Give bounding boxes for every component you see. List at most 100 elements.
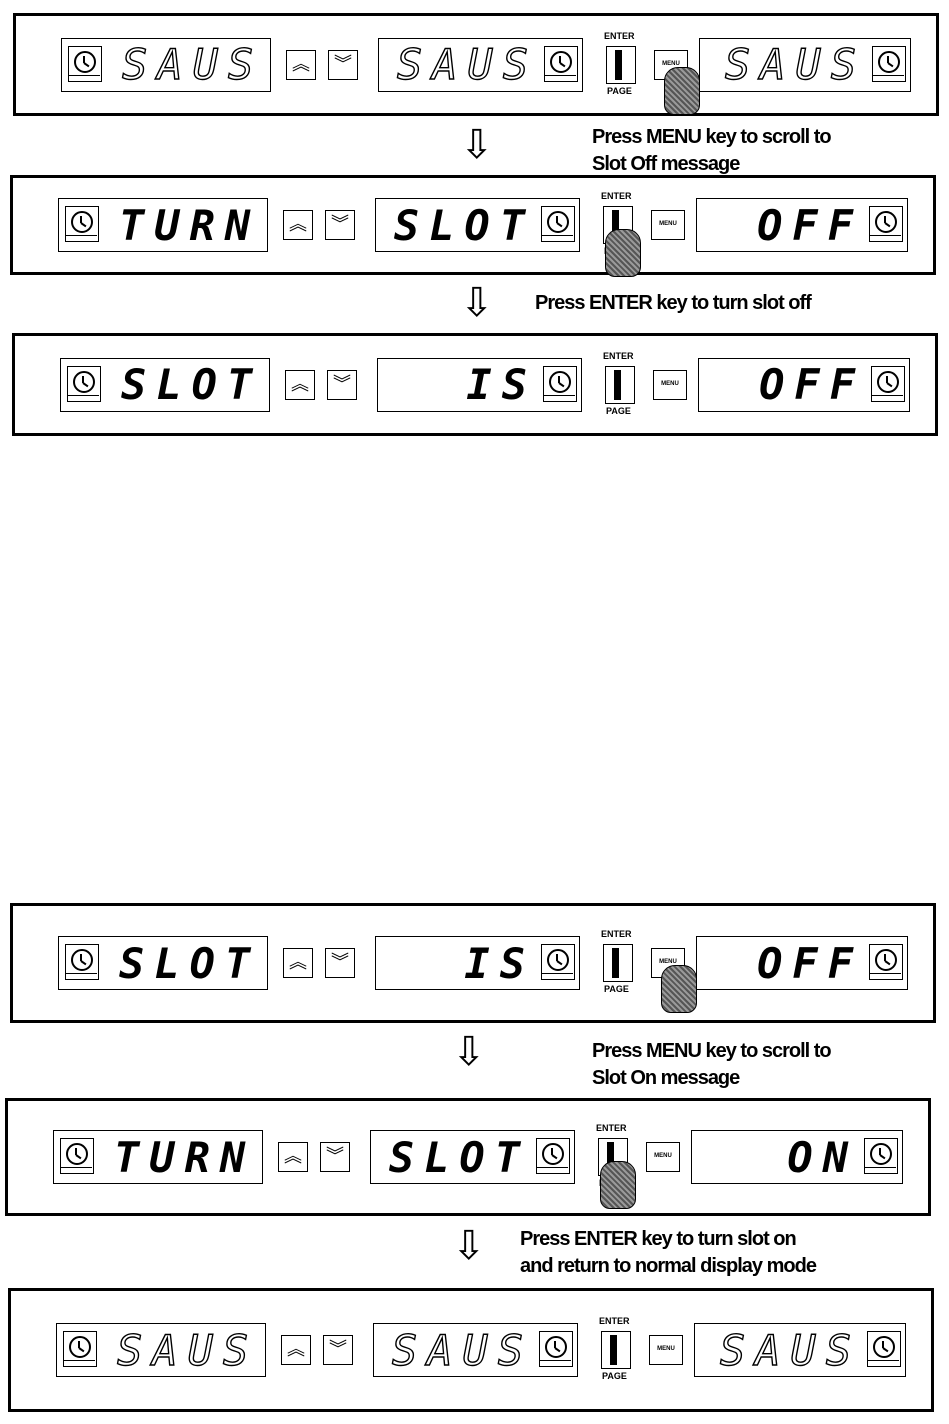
right-display: ON [691, 1130, 903, 1184]
down-arrow-icon: ⇩ [452, 1224, 486, 1268]
control-panel: SLOT ︽ ︾ IS ENTER PAGE MENU OFF [10, 903, 936, 1023]
clock-face [74, 50, 96, 73]
clock-icon [60, 1138, 94, 1174]
clock-face [549, 370, 571, 393]
up-button[interactable]: ︽ [278, 1142, 308, 1172]
left-display: SLOT [60, 357, 270, 412]
clock-icon [541, 944, 575, 980]
enter-page-key[interactable] [601, 1331, 631, 1369]
clock-face [547, 949, 569, 971]
instruction-caption: Press ENTER key to turn slot on and retu… [520, 1228, 817, 1277]
clock-chevron [545, 74, 576, 82]
middle-display: SLOT [375, 198, 580, 252]
middle-display-text: IS [464, 938, 535, 988]
down-button[interactable]: ︾ [328, 49, 358, 80]
enter-label: ENTER [603, 350, 634, 361]
left-display: TURN [58, 198, 268, 252]
down-button[interactable]: ︾ [327, 369, 357, 400]
enter-page-key[interactable] [605, 365, 635, 404]
clock-chevron [870, 235, 901, 242]
clock-face [878, 50, 900, 73]
clock-face [870, 1143, 892, 1165]
middle-display-text: SLOT [388, 1132, 530, 1182]
down-arrow-icon: ⇩ [452, 1030, 486, 1074]
right-display: SAUS [694, 1323, 906, 1377]
clock-face [66, 1143, 88, 1165]
clock-chevron [542, 235, 573, 242]
clock-chevron [872, 394, 903, 402]
left-display: SAUS [61, 37, 271, 92]
clock-face [875, 211, 897, 233]
right-display: SAUS [699, 37, 911, 92]
left-display-text: SLOT [119, 938, 261, 988]
clock-icon [67, 365, 101, 402]
left-display-text: SAUS [121, 39, 264, 89]
clock-face [71, 949, 93, 971]
down-button[interactable]: ︾ [323, 1335, 353, 1365]
clock-chevron [544, 394, 575, 402]
right-display: OFF [696, 936, 908, 990]
menu-key[interactable]: MENU [649, 1335, 683, 1365]
enter-page-key[interactable] [603, 944, 633, 982]
right-display-text: SAUS [719, 1325, 861, 1375]
clock-icon [867, 1331, 901, 1367]
clock-chevron [64, 1360, 95, 1367]
clock-icon [63, 1331, 97, 1367]
instruction-page: SAUS ︽ ︾ SAUS ENTER PAGE MENU SAUS TURN ︽ ︾ SLOT ENT… [0, 0, 949, 1424]
clock-icon [872, 45, 906, 82]
clock-chevron [542, 973, 573, 980]
middle-display: SLOT [370, 1130, 575, 1184]
clock-icon [869, 944, 903, 980]
clock-face [873, 1336, 895, 1358]
clock-face [71, 211, 93, 233]
clock-chevron [66, 235, 97, 242]
clock-icon [65, 206, 99, 242]
menu-key[interactable]: MENU [653, 369, 687, 400]
middle-display: SAUS [378, 37, 583, 92]
page-label: PAGE [607, 85, 632, 96]
menu-key[interactable]: MENU [646, 1142, 680, 1172]
up-button[interactable]: ︽ [281, 1335, 311, 1365]
clock-chevron [868, 1360, 899, 1367]
clock-icon [65, 944, 99, 980]
menu-key[interactable]: MENU [651, 210, 685, 240]
instruction-caption: Press ENTER key to turn slot off [535, 292, 812, 314]
down-arrow-icon: ⇩ [460, 123, 494, 167]
enter-label: ENTER [596, 1123, 627, 1133]
up-button[interactable]: ︽ [283, 210, 313, 240]
pressing-finger-icon [664, 66, 700, 115]
enter-label: ENTER [599, 1316, 630, 1326]
clock-face [877, 370, 899, 393]
clock-icon [541, 206, 575, 242]
down-button[interactable]: ︾ [325, 948, 355, 978]
control-panel: SAUS ︽ ︾ SAUS ENTER PAGE MENU SAUS [8, 1288, 934, 1412]
enter-label: ENTER [601, 929, 632, 939]
up-button[interactable]: ︽ [286, 49, 316, 80]
down-button[interactable]: ︾ [320, 1142, 350, 1172]
down-arrow-icon: ⇩ [460, 281, 494, 325]
enter-page-key[interactable] [606, 45, 636, 84]
enter-label: ENTER [601, 191, 632, 201]
clock-chevron [68, 394, 99, 402]
clock-face [545, 1336, 567, 1358]
control-panel: SLOT ︽ ︾ IS ENTER PAGE MENU OFF [12, 333, 938, 436]
up-button[interactable]: ︽ [283, 948, 313, 978]
left-display: TURN [53, 1130, 263, 1184]
instruction-caption: Press MENU key to scroll to Slot Off mes… [592, 126, 832, 175]
clock-chevron [873, 74, 904, 82]
middle-display-text: SLOT [393, 200, 535, 250]
right-display: OFF [698, 357, 910, 412]
control-panel: TURN︽︾SLOTENTERPAGEMENUON [5, 1098, 931, 1216]
clock-icon [871, 365, 905, 402]
clock-chevron [61, 1167, 92, 1174]
clock-face [550, 50, 572, 73]
middle-display: IS [375, 936, 580, 990]
right-display-text: SAUS [724, 39, 866, 89]
page-label: PAGE [606, 405, 631, 416]
up-button[interactable]: ︽ [285, 369, 315, 400]
page-label: PAGE [604, 984, 629, 994]
clock-chevron [537, 1167, 568, 1174]
clock-face [69, 1336, 91, 1358]
down-button[interactable]: ︾ [325, 210, 355, 240]
clock-icon [864, 1138, 898, 1174]
